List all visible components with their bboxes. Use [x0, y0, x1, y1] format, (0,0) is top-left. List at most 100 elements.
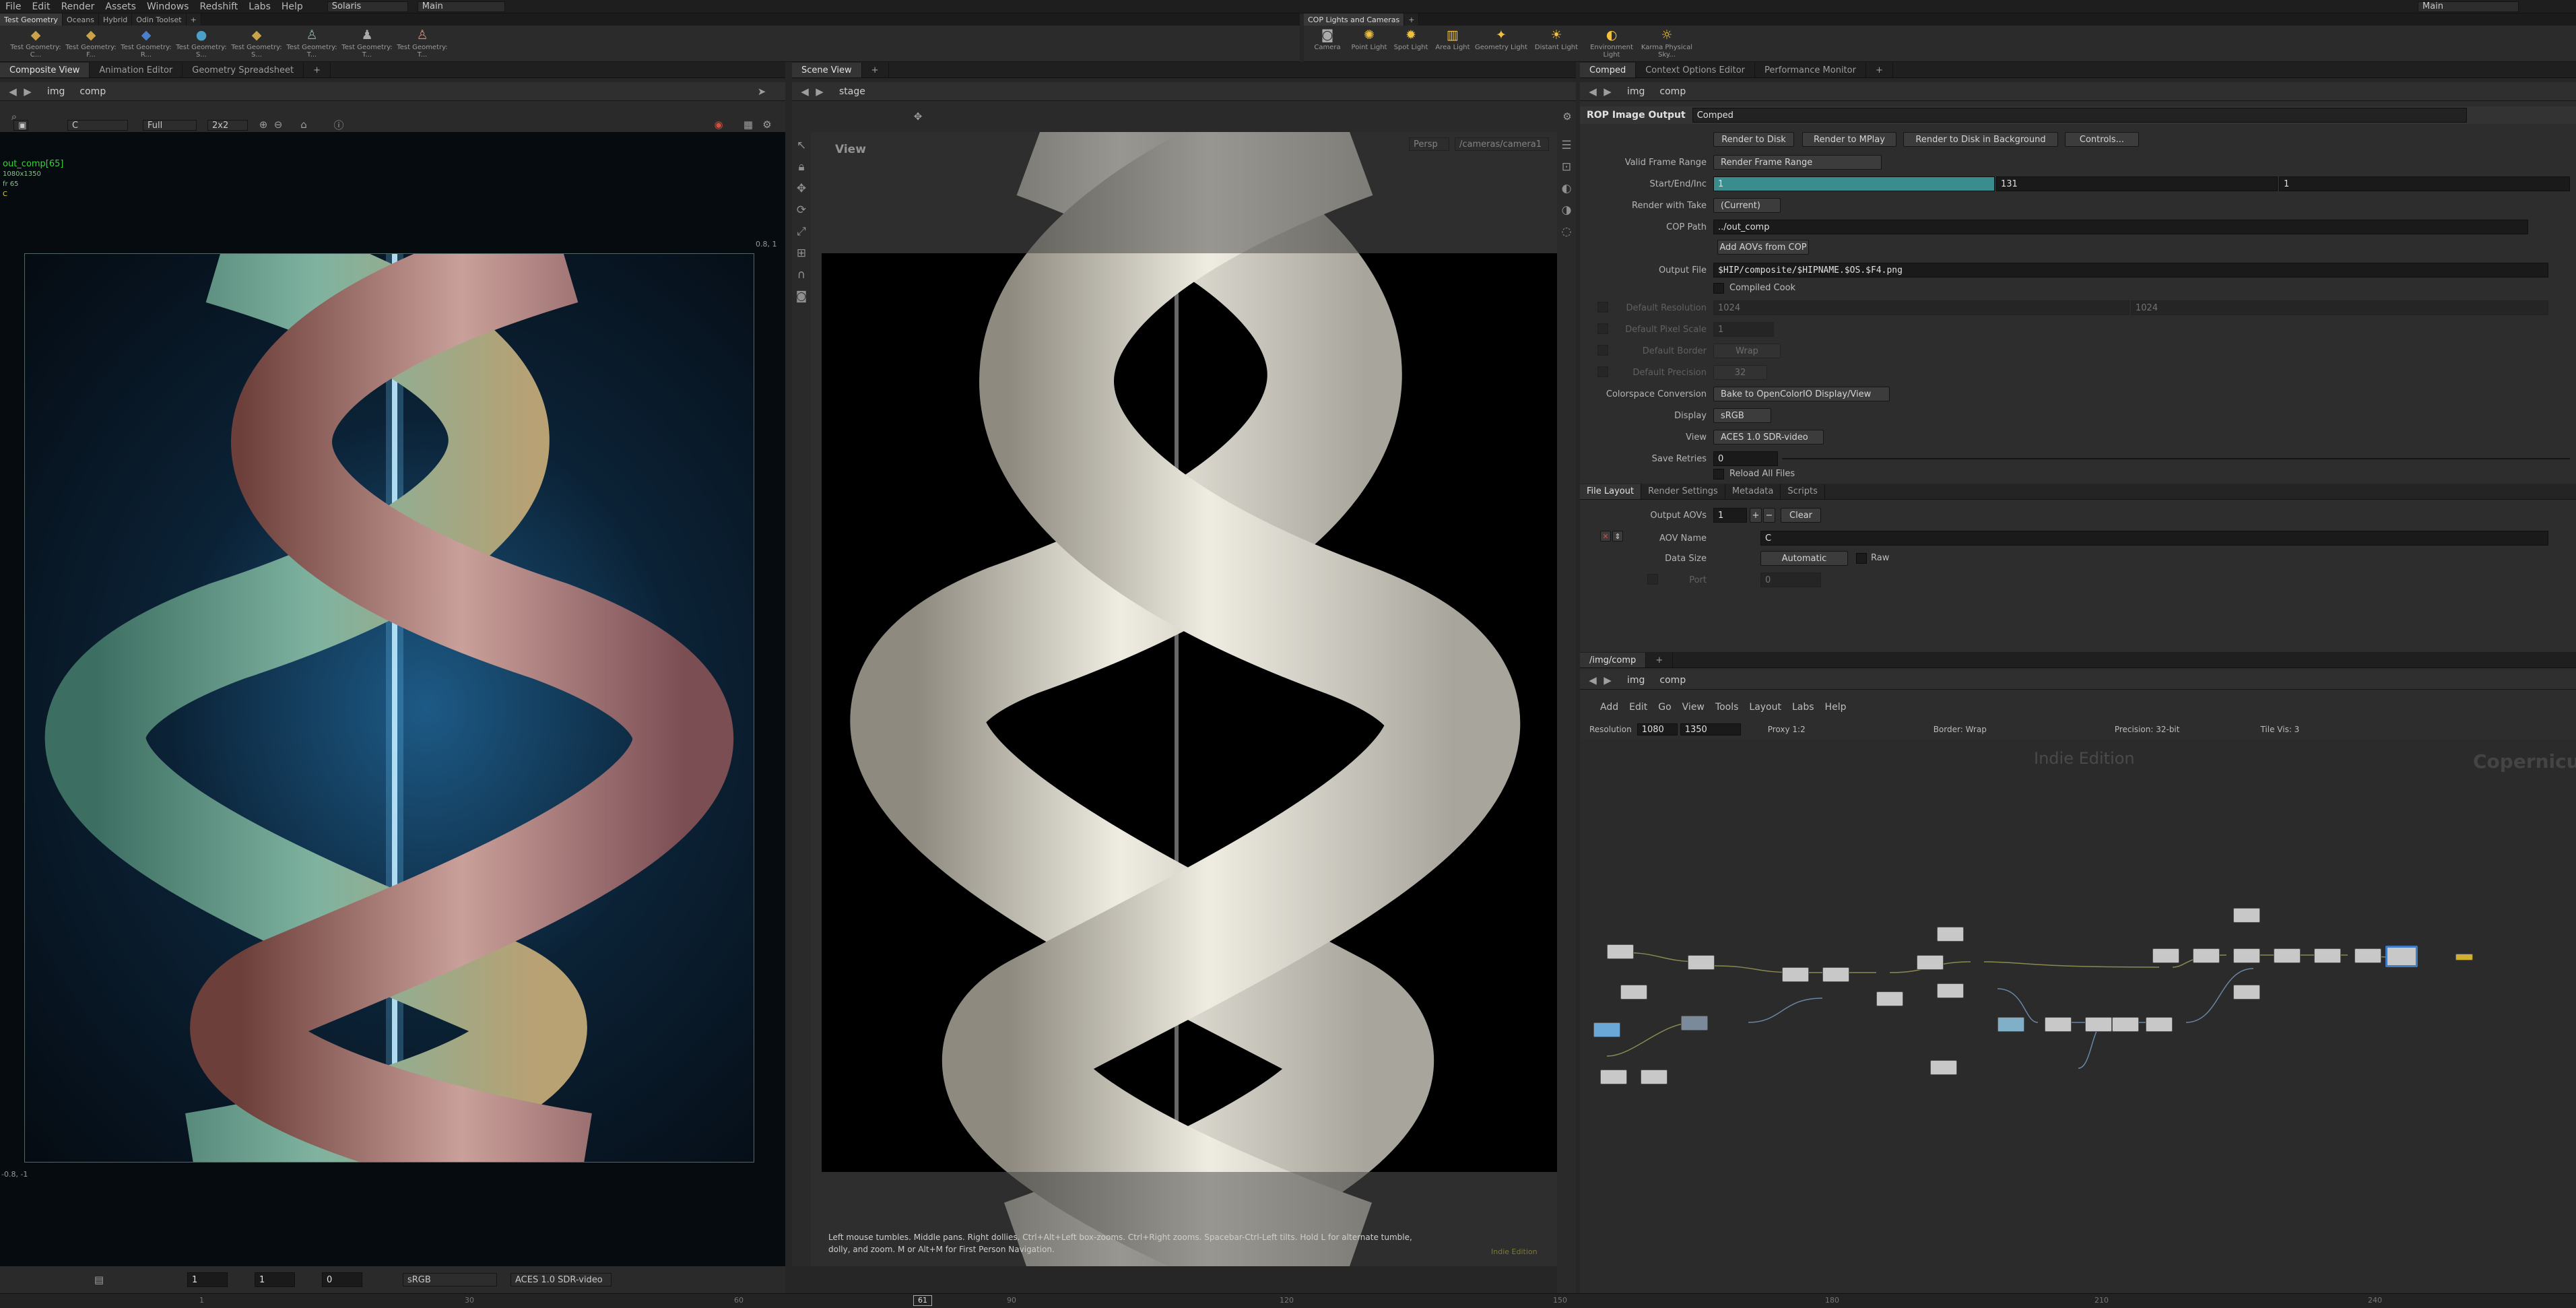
subtab-render-settings[interactable]: Render Settings	[1641, 484, 1725, 499]
menu-assets[interactable]: Assets	[105, 1, 136, 12]
settings-icon[interactable]: ⚙	[760, 117, 774, 132]
subtab-scripts[interactable]: Scripts	[1781, 484, 1825, 499]
home-icon[interactable]: ⌂	[296, 117, 311, 132]
end-frame-field[interactable]: 131	[1996, 176, 2278, 191]
view-dropdown[interactable]: ACES 1.0 SDR-video	[1713, 430, 1824, 445]
subtab-metadata[interactable]: Metadata	[1725, 484, 1781, 499]
tab-composite-view[interactable]: Composite View	[0, 63, 90, 77]
desktop-dropdown[interactable]: Solaris	[327, 1, 408, 12]
render-to-disk-button[interactable]: Render to Disk	[1713, 132, 1794, 147]
network-node[interactable]	[1822, 967, 1849, 982]
scene-viewport[interactable]: View Persp /cameras/camera1 Left mouse t…	[811, 132, 1557, 1266]
cop-path-field[interactable]: ../out_comp	[1713, 220, 2528, 234]
net-menu-go[interactable]: Go	[1658, 702, 1671, 713]
default-res-x[interactable]: 1024	[1713, 300, 2129, 315]
lock-icon[interactable]: 🔒︎	[793, 159, 810, 175]
tool-test-geo-8[interactable]: ♙ Test Geometry: T...	[395, 26, 450, 59]
shelf-add-icon[interactable]: +	[186, 13, 201, 26]
default-pixel-field[interactable]: 1	[1713, 322, 1774, 337]
menu-windows[interactable]: Windows	[147, 1, 189, 12]
back-icon[interactable]: ◀	[1585, 673, 1600, 688]
forward-icon[interactable]: ▶	[812, 84, 827, 99]
tool-test-geo-6[interactable]: ♙ Test Geometry: T...	[284, 26, 339, 59]
network-editor[interactable]: Resolution 1080 1350 Proxy 1:2 Border: W…	[1580, 722, 2576, 1308]
reload-files-checkbox[interactable]	[1713, 469, 1724, 480]
inc-frame-field[interactable]: 1	[2279, 176, 2570, 191]
tab-img-comp[interactable]: /img/comp	[1580, 653, 1647, 667]
add-aovs-button[interactable]: Add AOVs from COP	[1717, 240, 1809, 255]
split-dropdown[interactable]: 2x2	[207, 120, 248, 131]
tool-environment-light[interactable]: ◐ Environment Light	[1584, 26, 1639, 59]
network-node[interactable]	[2314, 948, 2341, 963]
add-tab-icon[interactable]: +	[862, 63, 889, 77]
tab-performance-monitor[interactable]: Performance Monitor	[1755, 63, 1866, 77]
network-node[interactable]	[1997, 1017, 2024, 1032]
tab-geometry-spreadsheet[interactable]: Geometry Spreadsheet	[183, 63, 304, 77]
info-icon[interactable]: ⓘ	[331, 117, 346, 132]
default-border-dropdown[interactable]: Wrap	[1713, 344, 1781, 358]
view-dropdown[interactable]: ACES 1.0 SDR-video	[510, 1273, 612, 1286]
add-tab-icon[interactable]: +	[1646, 653, 1674, 667]
scale-icon[interactable]: ⤢	[793, 224, 810, 240]
tab-comped[interactable]: Comped	[1580, 63, 1637, 77]
aov-add-button[interactable]: +	[1750, 508, 1762, 523]
tool-point-light[interactable]: ✺ Point Light	[1348, 26, 1390, 59]
tool-test-geo-3[interactable]: ◆ Test Geometry: R...	[119, 26, 174, 59]
context-dropdown[interactable]: Main	[417, 1, 505, 12]
render-to-mplay-button[interactable]: Render to MPlay	[1802, 132, 1896, 147]
settings-icon[interactable]: ⚙	[1560, 109, 1575, 124]
grid-icon[interactable]: ▦	[741, 117, 756, 132]
tab-animation-editor[interactable]: Animation Editor	[90, 63, 183, 77]
default-precision-dropdown[interactable]: 32	[1713, 365, 1767, 380]
crumb-comp[interactable]: comp	[1659, 675, 1686, 686]
subtab-file-layout[interactable]: File Layout	[1580, 484, 1642, 499]
network-node[interactable]	[1930, 1060, 1957, 1075]
network-node[interactable]	[1593, 1022, 1620, 1037]
display-options-icon[interactable]: ☰	[1558, 137, 1575, 154]
menu-labs[interactable]: Labs	[249, 1, 271, 12]
controls-button[interactable]: Controls...	[2065, 132, 2139, 147]
back-icon[interactable]: ◀	[1585, 84, 1600, 99]
net-menu-labs[interactable]: Labs	[1792, 702, 1814, 713]
menu-file[interactable]: File	[5, 1, 21, 12]
crumb-img[interactable]: img	[1627, 86, 1645, 97]
network-node[interactable]	[2354, 948, 2381, 963]
crumb-stage[interactable]: stage	[839, 86, 865, 97]
network-node[interactable]	[1681, 1016, 1708, 1031]
net-menu-tools[interactable]: Tools	[1715, 702, 1739, 713]
aov-name-field[interactable]: C	[1760, 531, 2548, 546]
network-node[interactable]	[1782, 967, 1809, 982]
timeline[interactable]: 1 30 60 90 120 150 180 210 240 61	[0, 1293, 2576, 1308]
crumb-img[interactable]: img	[47, 86, 65, 97]
bottom-field-a[interactable]: 1	[187, 1272, 228, 1287]
menu-help[interactable]: Help	[282, 1, 303, 12]
network-node[interactable]	[1600, 1070, 1627, 1084]
tab-context-options[interactable]: Context Options Editor	[1636, 63, 1756, 77]
start-frame-field[interactable]: 1	[1713, 176, 1995, 191]
output-node-selected[interactable]	[2385, 946, 2418, 967]
current-frame-marker[interactable]: 61	[913, 1295, 932, 1306]
save-retries-slider[interactable]	[1782, 458, 2570, 459]
back-icon[interactable]: ◀	[797, 84, 812, 99]
res-width-field[interactable]: 1080	[1637, 723, 1678, 735]
net-menu-view[interactable]: View	[1682, 702, 1705, 713]
net-menu-edit[interactable]: Edit	[1629, 702, 1647, 713]
default-res-y[interactable]: 1024	[2131, 300, 2548, 315]
output-aovs-field[interactable]: 1	[1713, 508, 1747, 523]
net-menu-layout[interactable]: Layout	[1749, 702, 1781, 713]
crumb-comp[interactable]: comp	[79, 86, 106, 97]
snapshot-icon[interactable]: ◉	[711, 117, 726, 132]
tool-test-geo-2[interactable]: ◆ Test Geometry: F...	[63, 26, 119, 59]
tool-test-geo-4[interactable]: ● Test Geometry: S...	[174, 26, 229, 59]
take-dropdown[interactable]: (Current)	[1713, 198, 1781, 213]
forward-icon[interactable]: ▶	[1600, 84, 1615, 99]
network-node[interactable]	[2045, 1017, 2072, 1032]
shelf-tab-hybrid[interactable]: Hybrid	[98, 13, 133, 26]
network-node[interactable]	[1937, 983, 1964, 998]
data-size-dropdown[interactable]: Automatic	[1760, 551, 1848, 566]
magnet-icon[interactable]: ∩	[793, 267, 810, 283]
zoom-in-icon[interactable]: ⊕	[256, 117, 271, 132]
color-swatches-icon[interactable]: ▤	[92, 1272, 106, 1287]
rotate-icon[interactable]: ⟳	[793, 202, 810, 218]
tool-test-geo-5[interactable]: ◆ Test Geometry: S...	[229, 26, 284, 59]
